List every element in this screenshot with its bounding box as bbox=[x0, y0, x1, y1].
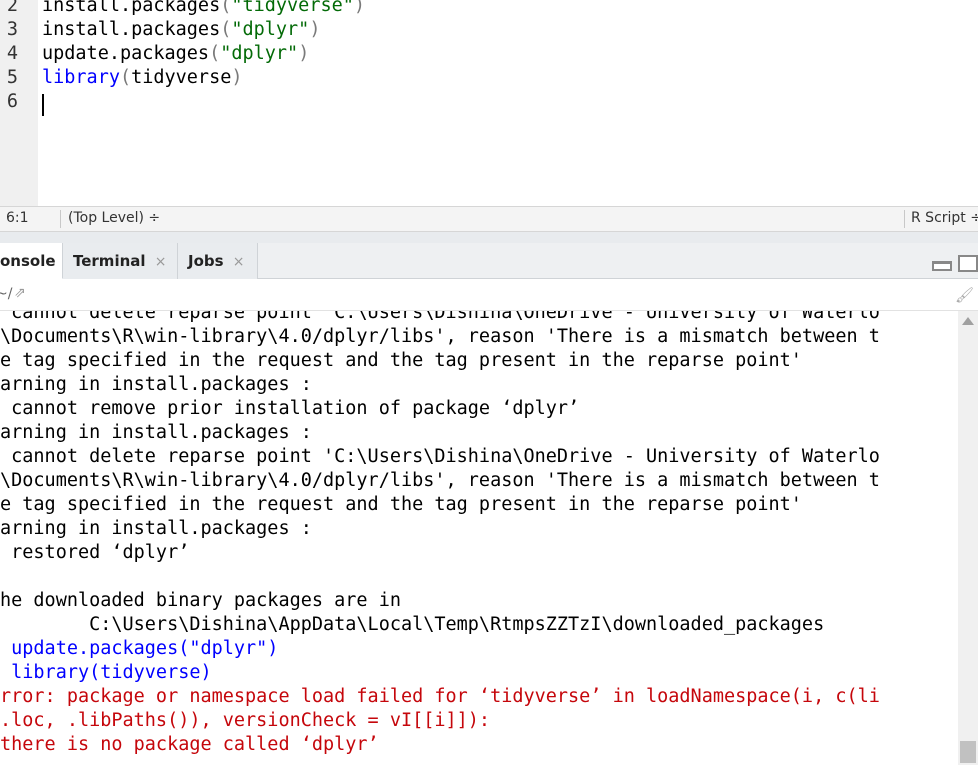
console-line: restored ‘dplyr’ bbox=[0, 542, 190, 563]
console-line: arning in install.packages : bbox=[0, 374, 312, 395]
tab-jobs-label: Jobs bbox=[188, 252, 224, 270]
console-line: e tag specified in the request and the t… bbox=[0, 494, 802, 515]
code-token: ( bbox=[220, 0, 232, 16]
code-line[interactable]: 4 update.packages("dplyr") bbox=[0, 42, 978, 66]
cursor-position: 6:1 bbox=[6, 210, 29, 226]
code-text: library(tidyverse) bbox=[42, 66, 243, 90]
status-divider bbox=[60, 210, 61, 228]
working-directory: ~/ bbox=[0, 286, 13, 302]
code-line[interactable]: 6 bbox=[0, 90, 978, 114]
code-token: tidyverse bbox=[131, 67, 232, 88]
code-text: install.packages("tidyverse") bbox=[42, 0, 365, 18]
tab-console-label: onsole bbox=[0, 252, 56, 270]
console-line: \Documents\R\win-library\4.0/dplyr/libs'… bbox=[0, 470, 880, 491]
console-scrollbar[interactable] bbox=[958, 311, 978, 765]
pane-splitter[interactable] bbox=[0, 232, 978, 243]
code-token: install.packages bbox=[42, 19, 221, 40]
console-line: \Documents\R\win-library\4.0/dplyr/libs'… bbox=[0, 326, 880, 347]
console-line: rror: package or namespace load failed f… bbox=[0, 686, 880, 707]
code-token: ) bbox=[298, 43, 310, 64]
tab-terminal[interactable]: Terminal × bbox=[63, 243, 178, 279]
source-editor[interactable]: 2 install.packages("tidyverse") 3 install.p… bbox=[0, 0, 978, 206]
tab-terminal-label: Terminal bbox=[73, 252, 146, 270]
line-number: 3 bbox=[6, 19, 18, 40]
code-token: "dplyr" bbox=[220, 43, 299, 64]
close-icon[interactable]: × bbox=[233, 254, 245, 270]
pane-tab-bar: onsole Terminal × Jobs × bbox=[0, 243, 978, 279]
console-line: update.packages("dplyr") bbox=[0, 638, 279, 659]
line-number: 4 bbox=[6, 43, 18, 64]
code-token: update.packages bbox=[42, 43, 210, 64]
console-line: .loc, .libPaths()), versionCheck = vI[[i… bbox=[0, 710, 491, 731]
console-line: cannot delete reparse point 'C:\Users\Di… bbox=[0, 311, 880, 323]
close-icon[interactable]: × bbox=[155, 254, 167, 270]
console-line: cannot delete reparse point 'C:\Users\Di… bbox=[0, 446, 880, 467]
code-token: install.packages bbox=[42, 0, 221, 16]
code-text: update.packages("dplyr") bbox=[42, 42, 309, 66]
editor-status-bar: 6:1 (Top Level) ÷ R Script ÷ bbox=[0, 206, 978, 232]
code-line[interactable]: 2 install.packages("tidyverse") bbox=[0, 0, 978, 18]
console-output[interactable]: cannot delete reparse point 'C:\Users\Di… bbox=[0, 311, 958, 765]
code-token: ) bbox=[353, 0, 366, 16]
clear-console-icon[interactable]: 🖌 bbox=[955, 286, 974, 304]
code-token: ( bbox=[119, 67, 132, 88]
console-line: there is no package called ‘dplyr’ bbox=[0, 734, 379, 755]
file-type-selector[interactable]: R Script ÷ bbox=[911, 210, 978, 226]
code-line[interactable]: 5 library(tidyverse) bbox=[0, 66, 978, 90]
code-line[interactable]: 3 install.packages("dplyr") bbox=[0, 18, 978, 42]
maximize-pane-button[interactable] bbox=[958, 255, 978, 272]
console-line: library(tidyverse) bbox=[0, 662, 212, 683]
line-number: 5 bbox=[6, 67, 18, 88]
code-token: library bbox=[42, 67, 120, 88]
line-number: 2 bbox=[6, 0, 18, 16]
console-line: arning in install.packages : bbox=[0, 422, 312, 443]
scroll-up-arrow-icon[interactable] bbox=[962, 317, 974, 325]
code-token: ( bbox=[220, 19, 232, 40]
line-number: 6 bbox=[6, 91, 18, 112]
console-line: arning in install.packages : bbox=[0, 518, 312, 539]
console-line: he downloaded binary packages are in bbox=[0, 590, 401, 611]
minimize-pane-button[interactable] bbox=[932, 261, 952, 271]
code-token: ( bbox=[209, 43, 221, 64]
console-line: cannot remove prior installation of pack… bbox=[0, 398, 580, 419]
code-token: ) bbox=[309, 19, 321, 40]
scope-selector[interactable]: (Top Level) ÷ bbox=[68, 210, 160, 226]
go-to-directory-icon[interactable]: ⇗ bbox=[14, 285, 26, 301]
console-toolbar: ~/ ⇗ 🖌 bbox=[0, 279, 978, 311]
text-cursor bbox=[42, 94, 44, 116]
scroll-thumb[interactable] bbox=[960, 741, 976, 763]
console-line: C:\Users\Dishina\AppData\Local\Temp\Rtmp… bbox=[0, 614, 825, 635]
code-text: install.packages("dplyr") bbox=[42, 18, 320, 42]
code-token: "tidyverse" bbox=[231, 0, 354, 16]
console-line: e tag specified in the request and the t… bbox=[0, 350, 802, 371]
tab-jobs[interactable]: Jobs × bbox=[178, 243, 258, 279]
tab-console[interactable]: onsole bbox=[0, 243, 63, 279]
code-token: ) bbox=[231, 67, 243, 88]
status-divider bbox=[904, 210, 905, 228]
code-token: "dplyr" bbox=[231, 19, 310, 40]
